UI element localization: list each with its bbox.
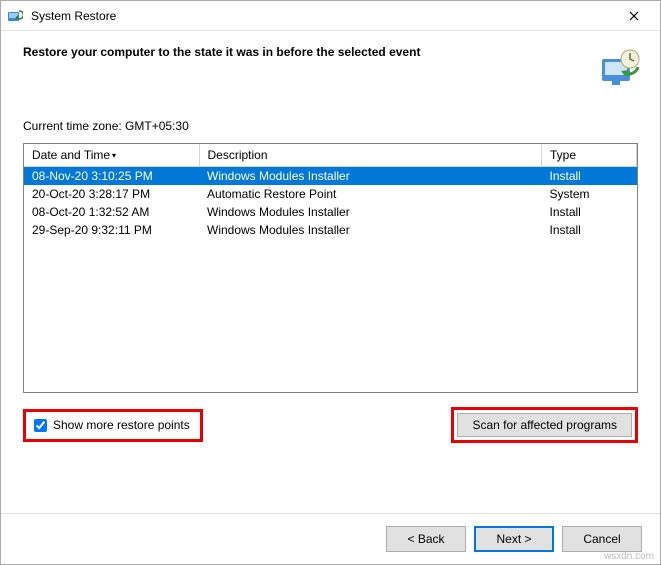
- cancel-button[interactable]: Cancel: [562, 526, 642, 552]
- header: Restore your computer to the state it wa…: [1, 31, 660, 99]
- table-row[interactable]: 08-Oct-20 1:32:52 AMWindows Modules Inst…: [24, 203, 637, 221]
- cell-description: Automatic Restore Point: [199, 185, 542, 203]
- show-more-checkbox-input[interactable]: [34, 419, 47, 432]
- cell-type: Install: [542, 167, 637, 186]
- column-header-type[interactable]: Type: [542, 144, 637, 167]
- cell-type: Install: [542, 221, 637, 239]
- table-row[interactable]: 29-Sep-20 9:32:11 PMWindows Modules Inst…: [24, 221, 637, 239]
- column-header-datetime[interactable]: Date and Time▾: [24, 144, 199, 167]
- cell-type: System: [542, 185, 637, 203]
- header-heading: Restore your computer to the state it wa…: [23, 45, 588, 59]
- cell-description: Windows Modules Installer: [199, 203, 542, 221]
- next-button[interactable]: Next >: [474, 526, 554, 552]
- below-table-row: Show more restore points Scan for affect…: [23, 407, 638, 443]
- table-row[interactable]: 20-Oct-20 3:28:17 PMAutomatic Restore Po…: [24, 185, 637, 203]
- column-header-description[interactable]: Description: [199, 144, 542, 167]
- back-button[interactable]: < Back: [386, 526, 466, 552]
- restore-graphic-icon: [598, 45, 642, 89]
- window-title: System Restore: [31, 9, 614, 23]
- show-more-label: Show more restore points: [53, 418, 190, 432]
- cell-datetime: 20-Oct-20 3:28:17 PM: [24, 185, 199, 203]
- titlebar: System Restore: [1, 1, 660, 31]
- system-restore-window: System Restore Restore your computer to …: [0, 0, 661, 565]
- table-row[interactable]: 08-Nov-20 3:10:25 PMWindows Modules Inst…: [24, 167, 637, 186]
- highlight-scan-button: Scan for affected programs: [451, 407, 638, 443]
- cell-datetime: 29-Sep-20 9:32:11 PM: [24, 221, 199, 239]
- dialog-body: Current time zone: GMT+05:30 Date and Ti…: [1, 99, 660, 513]
- sort-descending-icon: ▾: [112, 151, 116, 160]
- cell-description: Windows Modules Installer: [199, 221, 542, 239]
- cell-datetime: 08-Oct-20 1:32:52 AM: [24, 203, 199, 221]
- highlight-show-more: Show more restore points: [23, 409, 203, 442]
- system-restore-icon: [7, 8, 23, 24]
- wizard-footer: < Back Next > Cancel: [1, 513, 660, 564]
- restore-points-table[interactable]: Date and Time▾ Description Type 08-Nov-2…: [23, 143, 638, 393]
- cell-datetime: 08-Nov-20 3:10:25 PM: [24, 167, 199, 186]
- timezone-label: Current time zone: GMT+05:30: [23, 119, 638, 133]
- scan-affected-programs-button[interactable]: Scan for affected programs: [457, 413, 632, 437]
- cell-description: Windows Modules Installer: [199, 167, 542, 186]
- show-more-checkbox[interactable]: Show more restore points: [26, 412, 200, 439]
- cell-type: Install: [542, 203, 637, 221]
- column-header-datetime-label: Date and Time: [32, 148, 110, 162]
- close-button[interactable]: [614, 2, 654, 30]
